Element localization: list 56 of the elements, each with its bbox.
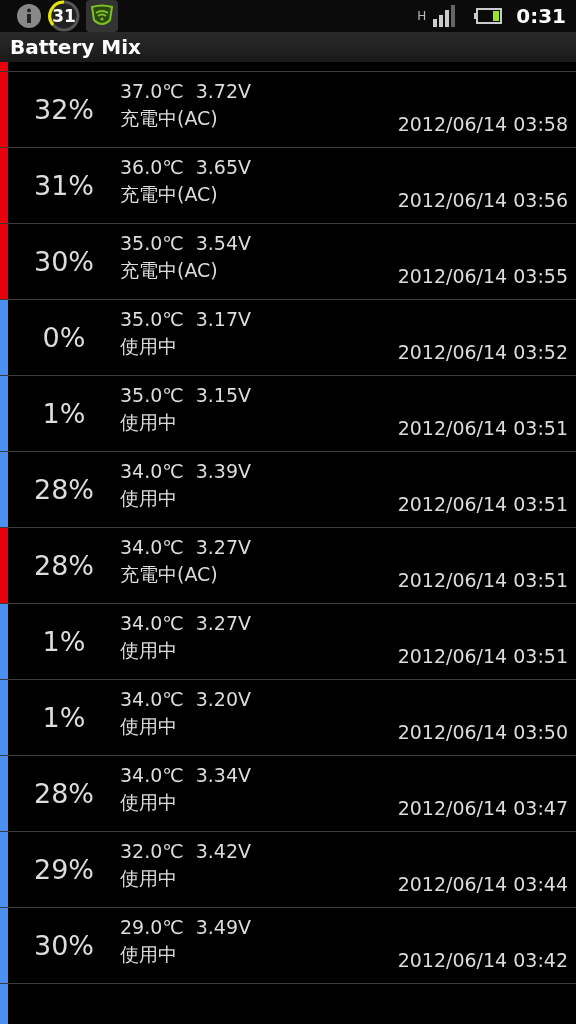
timestamp: 2012/06/14 03:50 xyxy=(397,721,569,743)
temperature-voltage: 34.0℃ 3.27V xyxy=(120,612,252,634)
battery-icon xyxy=(474,8,503,24)
temperature-voltage: 36.0℃ 3.65V xyxy=(120,156,252,178)
battery-percent: 32% xyxy=(33,94,95,125)
timestamp: 2012/06/14 03:55 xyxy=(397,265,569,287)
temperature-voltage: 29.0℃ 3.49V xyxy=(120,916,252,938)
charge-state: 使用中 xyxy=(120,714,178,739)
timestamp: 2012/06/14 03:56 xyxy=(397,189,569,211)
charge-state: 使用中 xyxy=(120,334,178,359)
clock-time: 0:31 xyxy=(516,4,566,28)
shield-wifi-icon xyxy=(86,0,118,32)
temperature-voltage: 34.0℃ 3.39V xyxy=(120,460,252,482)
battery-percent: 1% xyxy=(41,398,87,429)
battery-ring-badge: 31 xyxy=(48,0,80,32)
timestamp: 2012/06/14 03:51 xyxy=(397,569,569,591)
charge-state: 使用中 xyxy=(120,410,178,435)
battery-percent: 30% xyxy=(33,930,95,961)
battery-percent: 1% xyxy=(41,702,87,733)
app-title: Battery Mix xyxy=(10,35,141,59)
battery-percent: 30% xyxy=(33,246,95,277)
temperature-voltage: 35.0℃ 3.17V xyxy=(120,308,252,330)
info-icon xyxy=(16,3,42,29)
battery-percent: 0% xyxy=(41,322,87,353)
charge-state: 使用中 xyxy=(120,790,178,815)
timestamp: 2012/06/14 03:52 xyxy=(397,341,569,363)
timestamp: 2012/06/14 03:42 xyxy=(397,949,569,971)
temperature-voltage: 37.0℃ 3.72V xyxy=(120,80,252,102)
signal-icon xyxy=(432,5,457,27)
temperature-voltage: 32.0℃ 3.42V xyxy=(120,840,252,862)
temperature-voltage: 34.0℃ 3.34V xyxy=(120,764,252,786)
charge-state: 使用中 xyxy=(120,486,178,511)
temperature-voltage: 34.0℃ 3.20V xyxy=(120,688,252,710)
temperature-voltage: 34.0℃ 3.27V xyxy=(120,536,252,558)
battery-percent: 28% xyxy=(33,474,95,505)
timestamp: 2012/06/14 03:47 xyxy=(397,797,569,819)
timestamp: 2012/06/14 03:58 xyxy=(397,113,569,135)
network-type-label: H xyxy=(417,10,427,22)
battery-percent: 29% xyxy=(33,854,95,885)
charge-state: 使用中 xyxy=(120,638,178,663)
charge-state: 充電中(AC) xyxy=(120,182,219,207)
timestamp: 2012/06/14 03:51 xyxy=(397,645,569,667)
battery-percent: 31% xyxy=(33,170,95,201)
charge-state: 充電中(AC) xyxy=(120,562,219,587)
timestamp: 2012/06/14 03:51 xyxy=(397,493,569,515)
battery-percent: 28% xyxy=(33,550,95,581)
battery-percent: 28% xyxy=(33,778,95,809)
timestamp: 2012/06/14 03:51 xyxy=(397,417,569,439)
timestamp: 2012/06/14 03:44 xyxy=(397,873,569,895)
charge-state: 充電中(AC) xyxy=(120,258,219,283)
charge-state: 使用中 xyxy=(120,942,178,967)
battery-percent: 1% xyxy=(41,626,87,657)
temperature-voltage: 35.0℃ 3.54V xyxy=(120,232,252,254)
charge-state: 充電中(AC) xyxy=(120,106,219,131)
temperature-voltage: 35.0℃ 3.15V xyxy=(120,384,252,406)
charge-state: 使用中 xyxy=(120,866,178,891)
